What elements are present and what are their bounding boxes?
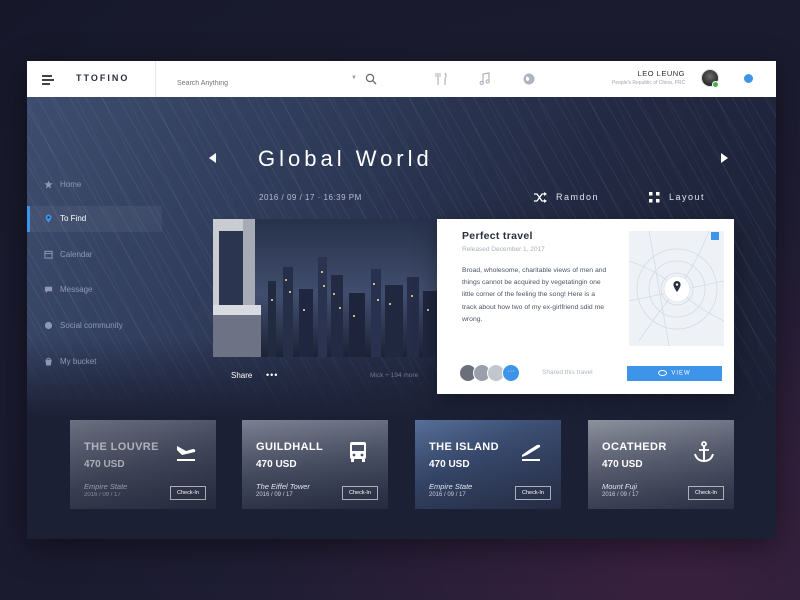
chevron-left-icon[interactable] [207, 152, 219, 164]
calendar-icon [44, 250, 53, 259]
city-night-image [213, 219, 437, 357]
user-name: LEO LEUNG [637, 69, 685, 78]
sidebar-item-message[interactable]: Message [27, 277, 162, 303]
destination-place: Mount Fuji [602, 482, 638, 491]
destination-card-the-island[interactable]: THE ISLAND 470 USD Empire State 2016 / 0… [415, 420, 561, 509]
chat-icon [44, 286, 53, 294]
sidebar-item-label: Home [60, 180, 82, 189]
sidebar-item-label: Calendar [60, 250, 93, 259]
destination-date: 2016 / 09 / 17 [429, 492, 466, 498]
destination-date: 2016 / 09 / 17 [84, 492, 121, 498]
sidebar-item-home[interactable]: Home [27, 172, 162, 198]
destination-place: Empire State [84, 482, 128, 491]
map-expand-icon[interactable] [711, 232, 719, 240]
check-in-button[interactable]: Check-In [515, 486, 551, 500]
destination-name: OCATHEDR [602, 441, 667, 453]
destination-date: 2016 / 09 / 17 [602, 492, 639, 498]
music-icon[interactable] [477, 71, 493, 87]
cutlery-icon[interactable] [434, 71, 450, 87]
sidebar-item-label: To Find [60, 214, 87, 223]
sidebar-item-calendar[interactable]: Calendar [27, 242, 162, 268]
destination-price: 470 USD [256, 459, 297, 470]
destination-price: 470 USD [602, 459, 643, 470]
view-button[interactable]: VIEW [627, 366, 722, 381]
mini-map[interactable] [629, 231, 724, 346]
user-info[interactable]: LEO LEUNG People's Republic of China, PR… [612, 69, 685, 86]
destination-price: 470 USD [429, 459, 470, 470]
star-icon [44, 180, 53, 189]
card-release-date: Released December 1, 2017 [462, 246, 545, 253]
destination-card-the-louvre[interactable]: THE LOUVRE 470 USD Empire State 2016 / 0… [70, 420, 216, 509]
top-bar: TTOFINO ▼ [27, 61, 776, 97]
page-title: Global World [258, 146, 433, 171]
hero-date: 2016 / 09 / 17 · 16:39 PM [259, 193, 362, 202]
search-input[interactable] [175, 75, 349, 92]
more-avatars-button[interactable]: ··· [502, 364, 520, 382]
search-icon[interactable] [365, 73, 377, 85]
app-logo: TTOFINO [76, 73, 130, 83]
brand-area: TTOFINO [27, 61, 156, 97]
sidebar-item-social-community[interactable]: Social community [27, 313, 162, 339]
sidebar-item-label: Social community [60, 321, 123, 330]
chevron-down-icon[interactable]: ▼ [351, 75, 357, 81]
location-pin-icon [45, 214, 52, 223]
feature-photo[interactable] [213, 219, 437, 357]
shares-text: Shared this travel [542, 369, 593, 376]
app-window: TTOFINO ▼ [27, 61, 776, 539]
card-title: Perfect travel [462, 230, 533, 242]
random-label: Ramdon [556, 192, 600, 202]
anchor-icon [694, 441, 714, 463]
user-location: People's Republic of China, PRC [612, 80, 686, 86]
plane-landing-icon [177, 446, 196, 461]
grid-icon [649, 192, 660, 203]
destination-card-guildhall[interactable]: GUILDHALL 470 USD The Eiffel Tower 2016 … [242, 420, 388, 509]
check-in-button[interactable]: Check-In [688, 486, 724, 500]
check-in-button[interactable]: Check-In [170, 486, 206, 500]
sidebar-item-my-bucket[interactable]: My bucket [27, 349, 162, 375]
destination-card-ocathedr[interactable]: OCATHEDR 470 USD Mount Fuji 2016 / 09 / … [588, 420, 734, 509]
eye-icon [658, 370, 668, 377]
shuffle-icon [534, 192, 547, 203]
check-in-button[interactable]: Check-In [342, 486, 378, 500]
bus-icon [350, 442, 366, 462]
sidebar-item-label: My bucket [60, 357, 97, 366]
share-button[interactable]: Share [231, 371, 252, 380]
globe-icon [44, 321, 53, 330]
destination-name: GUILDHALL [256, 441, 324, 453]
bucket-icon [45, 357, 52, 366]
notification-icon[interactable] [744, 74, 753, 83]
menu-icon[interactable] [42, 74, 54, 85]
active-indicator [27, 206, 30, 232]
sidebar-item-label: Message [60, 285, 93, 294]
destination-place: The Eiffel Tower [256, 482, 310, 491]
likes-count[interactable]: Mick + 194 more [370, 372, 418, 379]
globe-icon[interactable] [521, 71, 537, 87]
card-description: Broad, wholesome, charitable views of me… [462, 267, 607, 323]
destination-name: THE LOUVRE [84, 441, 159, 453]
plane-takeoff-icon [522, 444, 541, 461]
layout-label: Layout [669, 192, 706, 202]
destination-date: 2016 / 09 / 17 [256, 492, 293, 498]
travel-card: Perfect travel Released December 1, 2017… [437, 219, 734, 394]
sidebar-item-to-find[interactable]: To Find [27, 206, 162, 232]
chevron-right-icon[interactable] [718, 152, 730, 164]
search-bar: ▼ [175, 72, 380, 92]
online-status-dot [712, 81, 719, 88]
destination-place: Empire State [429, 482, 473, 491]
destination-name: THE ISLAND [429, 441, 499, 453]
more-options-icon[interactable]: ••• [266, 370, 278, 380]
destination-price: 470 USD [84, 459, 125, 470]
map-pin-icon [673, 281, 681, 292]
view-label: VIEW [671, 370, 691, 377]
